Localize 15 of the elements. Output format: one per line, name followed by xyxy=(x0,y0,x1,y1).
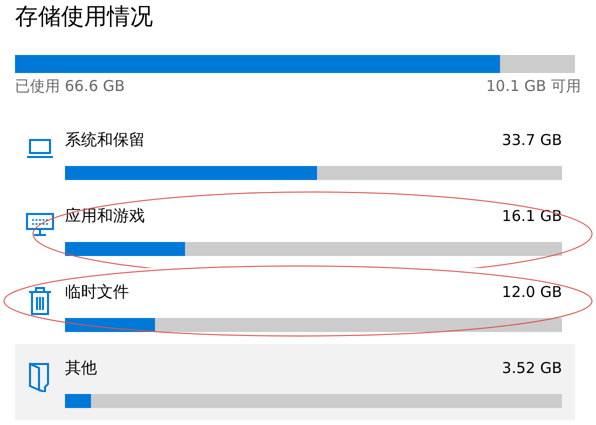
document-icon xyxy=(28,362,52,392)
category-size: 12.0 GB xyxy=(502,282,562,303)
trash-icon xyxy=(28,287,52,315)
category-name: 系统和保留 xyxy=(65,129,145,151)
category-size: 16.1 GB xyxy=(502,206,562,227)
free-label: 10.1 GB 可用 xyxy=(486,76,581,96)
page-title: 存储使用情况 xyxy=(15,3,153,32)
monitor-icon xyxy=(26,213,54,237)
laptop-icon xyxy=(26,138,54,160)
used-label: 已使用 66.6 GB xyxy=(15,76,125,96)
category-row[interactable]: 其他 3.52 GB xyxy=(15,344,575,420)
category-name: 其他 xyxy=(65,357,97,379)
category-size: 33.7 GB xyxy=(502,130,562,151)
category-name: 临时文件 xyxy=(65,281,129,303)
category-size: 3.52 GB xyxy=(502,358,562,379)
